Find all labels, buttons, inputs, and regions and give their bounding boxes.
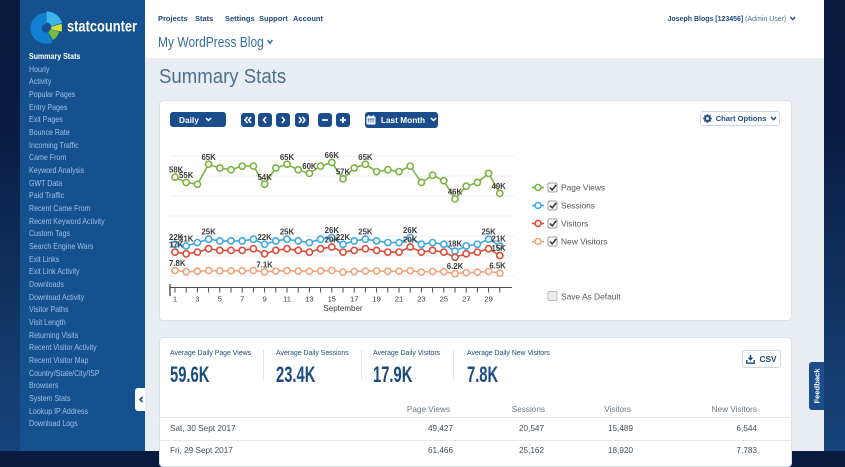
svg-text:55K: 55K (179, 171, 194, 180)
svg-text:60K: 60K (302, 162, 317, 171)
svg-text:65K: 65K (201, 153, 216, 162)
svg-text:23: 23 (417, 295, 425, 304)
svg-text:25: 25 (440, 295, 448, 304)
svg-text:9: 9 (262, 295, 266, 304)
svg-text:65K: 65K (280, 153, 295, 162)
svg-text:7.8K: 7.8K (169, 259, 186, 268)
svg-text:September: September (323, 304, 362, 313)
svg-text:7.1K: 7.1K (256, 260, 273, 269)
svg-text:25K: 25K (201, 228, 216, 237)
svg-text:49K: 49K (491, 182, 506, 191)
svg-text:22K: 22K (257, 233, 272, 242)
svg-text:New Visitors: New Visitors (561, 237, 607, 247)
svg-text:57K: 57K (336, 167, 351, 176)
svg-text:5: 5 (218, 295, 222, 304)
svg-text:13: 13 (305, 295, 313, 304)
svg-text:15: 15 (328, 295, 336, 304)
svg-text:Sessions: Sessions (561, 201, 595, 211)
svg-text:29: 29 (484, 295, 492, 304)
svg-text:6.5K: 6.5K (489, 262, 506, 271)
svg-text:1: 1 (173, 295, 177, 304)
svg-text:17K: 17K (169, 241, 184, 250)
svg-text:20K: 20K (325, 236, 340, 245)
svg-text:Save As Default: Save As Default (561, 292, 621, 302)
svg-text:17: 17 (350, 295, 358, 304)
svg-text:20K: 20K (403, 236, 418, 245)
svg-text:26K: 26K (403, 226, 418, 235)
svg-text:25K: 25K (280, 228, 295, 237)
svg-text:21K: 21K (491, 235, 506, 244)
svg-text:Page Views: Page Views (561, 183, 605, 193)
svg-text:19: 19 (372, 295, 380, 304)
svg-text:21: 21 (395, 295, 403, 304)
svg-text:7: 7 (240, 295, 244, 304)
svg-text:54K: 54K (257, 173, 272, 182)
svg-text:65K: 65K (358, 153, 373, 162)
svg-text:66K: 66K (325, 151, 340, 160)
svg-text:Visitors: Visitors (561, 219, 588, 229)
svg-text:18K: 18K (448, 240, 463, 249)
svg-text:15K: 15K (491, 244, 506, 253)
svg-text:6.2K: 6.2K (447, 262, 464, 271)
svg-text:11: 11 (283, 295, 291, 304)
svg-text:46K: 46K (448, 187, 463, 196)
svg-text:25K: 25K (358, 228, 373, 237)
svg-text:27: 27 (462, 295, 470, 304)
svg-text:3: 3 (195, 295, 199, 304)
